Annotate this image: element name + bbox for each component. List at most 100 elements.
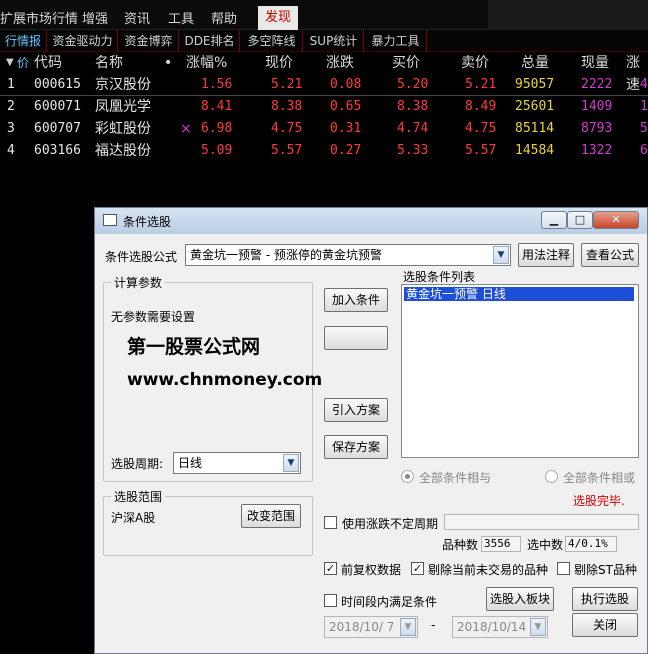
tab-bull-bear[interactable]: 多空阵线 — [241, 30, 303, 52]
cell-bid[interactable]: 8.38 — [397, 96, 428, 118]
cell-price[interactable]: 4.75 — [271, 118, 302, 140]
conditions-list[interactable]: 黄金坑一预警 日线 — [401, 284, 639, 458]
tab-capital-drive[interactable]: 资金驱动力 — [48, 30, 118, 52]
cell-code[interactable]: 600071 — [34, 96, 81, 118]
cell-chg[interactable]: 0.31 — [330, 118, 361, 140]
col-price[interactable]: 现价 — [265, 52, 293, 74]
chevron-down-icon[interactable]: ▼ — [530, 618, 546, 636]
execute-button[interactable]: 执行选股 — [572, 587, 638, 611]
menu-info[interactable]: 资讯 — [124, 8, 150, 27]
uncertain-period-field[interactable] — [444, 514, 639, 530]
exclude-untraded-checkbox[interactable]: ✓ — [411, 562, 424, 575]
cell-bid[interactable]: 5.20 — [397, 74, 428, 96]
menu-tools[interactable]: 工具 — [168, 8, 194, 27]
view-formula-button[interactable]: 查看公式 — [581, 243, 639, 267]
usage-button[interactable]: 用法注释 — [518, 243, 574, 267]
cell-chg[interactable]: 0.08 — [330, 74, 361, 96]
radio-all-or[interactable] — [545, 470, 558, 483]
minimize-icon[interactable]: ▁ — [541, 211, 567, 229]
cell-price[interactable]: 5.57 — [271, 140, 302, 162]
cell-idx[interactable]: 3 — [7, 118, 15, 140]
close-button[interactable]: 关闭 — [572, 613, 638, 637]
col-ask[interactable]: 卖价 — [461, 52, 489, 74]
cell-ask[interactable]: 8.49 — [465, 96, 496, 118]
cell-ask[interactable]: 5.57 — [465, 140, 496, 162]
import-plan-button[interactable]: 引入方案 — [324, 398, 388, 422]
cell-code[interactable]: 000615 — [34, 74, 81, 96]
chevron-down-icon[interactable]: ▼ — [493, 246, 509, 264]
formula-select[interactable]: 黄金坑一预警 - 预涨停的黄金坑预警 ▼ — [185, 244, 511, 266]
cell-ask[interactable]: 4.75 — [465, 118, 496, 140]
cell-name[interactable]: 福达股份 — [95, 140, 151, 162]
dialog-titlebar[interactable]: 条件选股 ▁ □ ✕ — [95, 208, 647, 234]
radio-all-and[interactable] — [401, 470, 414, 483]
exclude-st-checkbox[interactable] — [557, 562, 570, 575]
cell-name[interactable]: 彩虹股份 — [95, 118, 151, 140]
tab-quotes[interactable]: 行情报价 — [0, 30, 47, 70]
cell-bid[interactable]: 5.33 — [397, 140, 428, 162]
cell-pct[interactable]: 6.98 — [201, 118, 232, 140]
cell-chg[interactable]: 0.65 — [330, 96, 361, 118]
cell-vol[interactable]: 25601 — [515, 96, 554, 118]
cell-price[interactable]: 5.21 — [271, 74, 302, 96]
tab-power-tools[interactable]: 暴力工具 — [365, 30, 427, 52]
menu-extended-market[interactable]: 扩展市场行情 — [0, 8, 78, 27]
cell-vol[interactable]: 85114 — [515, 118, 554, 140]
cell-price[interactable]: 8.38 — [271, 96, 302, 118]
cell-bid[interactable]: 4.74 — [397, 118, 428, 140]
cell-idx[interactable]: 4 — [7, 140, 15, 162]
tab-dde-rank[interactable]: DDE排名 — [180, 30, 240, 52]
change-range-button[interactable]: 改变范围 — [241, 504, 301, 528]
save-plan-button[interactable]: 保存方案 — [324, 435, 388, 459]
cell-code[interactable]: 600707 — [34, 118, 81, 140]
col-name[interactable]: 名称 — [95, 52, 123, 74]
date-to-picker[interactable]: 2018/10/14 ▼ — [452, 616, 548, 638]
close-icon[interactable]: ✕ — [593, 211, 639, 229]
cell-vol[interactable]: 95057 — [515, 74, 554, 96]
cell-name[interactable]: 凤凰光学 — [95, 96, 151, 118]
cell-idx[interactable]: 1 — [7, 74, 15, 96]
cell-speed[interactable]: 4 — [640, 74, 648, 96]
menu-enhance[interactable]: 增强 — [82, 8, 108, 27]
menu-help[interactable]: 帮助 — [211, 8, 237, 27]
maximize-icon[interactable]: □ — [567, 211, 593, 229]
col-bid[interactable]: 买价 — [392, 52, 420, 74]
delete-condition-button[interactable] — [324, 326, 388, 350]
cell-pct[interactable]: 5.09 — [201, 140, 232, 162]
col-change[interactable]: 涨跌 — [326, 52, 354, 74]
chevron-down-icon[interactable]: ▼ — [283, 454, 299, 472]
cell-idx[interactable]: 2 — [7, 96, 15, 118]
cell-flag[interactable]: × — [180, 118, 192, 140]
cell-cur[interactable]: 1322 — [581, 140, 612, 162]
cell-chg[interactable]: 0.27 — [330, 140, 361, 162]
tab-capital-game[interactable]: 资金博弈 — [119, 30, 179, 52]
condition-item[interactable]: 黄金坑一预警 日线 — [404, 287, 634, 301]
add-condition-button[interactable]: 加入条件 — [324, 288, 388, 312]
cell-pct[interactable]: 8.41 — [201, 96, 232, 118]
period-select[interactable]: 日线 ▼ — [173, 452, 301, 474]
col-change-pct[interactable]: 涨幅% — [186, 52, 227, 74]
sort-arrow-icon[interactable]: ▼ — [6, 52, 14, 74]
cell-cur[interactable]: 1409 — [581, 96, 612, 118]
cell-speed[interactable]: 5 — [640, 118, 648, 140]
date-from-picker[interactable]: 2018/10/ 7 ▼ — [324, 616, 418, 638]
chevron-down-icon[interactable]: ▼ — [400, 618, 416, 636]
cell-cur[interactable]: 8793 — [581, 118, 612, 140]
col-current-volume[interactable]: 现量 — [581, 52, 609, 74]
cell-speed[interactable]: 6 — [640, 140, 648, 162]
cell-code[interactable]: 603166 — [34, 140, 81, 162]
cell-cur[interactable]: 2222 — [581, 74, 612, 96]
uncertain-period-checkbox[interactable] — [324, 516, 337, 529]
col-speed[interactable]: 涨速 — [626, 52, 648, 93]
tab-sup-stats[interactable]: SUP统计 — [304, 30, 364, 52]
menu-discover[interactable]: 发现 — [258, 6, 298, 30]
cell-vol[interactable]: 14584 — [515, 140, 554, 162]
cell-pct[interactable]: 1.56 — [201, 74, 232, 96]
cell-ask[interactable]: 5.21 — [465, 74, 496, 96]
col-flag[interactable]: • — [164, 52, 172, 74]
pre-adjust-checkbox[interactable]: ✓ — [324, 562, 337, 575]
cell-speed[interactable]: 14 — [640, 96, 648, 118]
time-range-checkbox[interactable] — [324, 594, 337, 607]
cell-name[interactable]: 京汉股份 — [95, 74, 151, 96]
col-volume[interactable]: 总量 — [521, 52, 549, 74]
